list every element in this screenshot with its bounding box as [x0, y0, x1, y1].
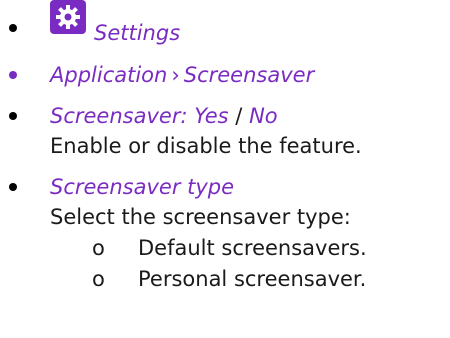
bullet [9, 71, 17, 79]
breadcrumb: Application › Screensaver [50, 60, 314, 90]
option-name: Screensaver type [50, 175, 235, 199]
bullet [9, 183, 17, 191]
sub-item-default: Default screensavers. [138, 236, 367, 260]
breadcrumb-application: Application [50, 63, 168, 87]
sub-bullet: o [92, 267, 105, 291]
gear-glyph [56, 5, 80, 29]
list-item-settings: Settings [0, 0, 450, 50]
gear-icon [50, 0, 86, 34]
option-name: Screensaver: [50, 104, 188, 128]
list-item-screensaver-toggle: Screensaver: Yes / No Enable or disable … [0, 101, 450, 161]
list-item-breadcrumb: Application › Screensaver [0, 60, 450, 90]
option-description: Select the screensaver type: [50, 205, 351, 229]
bullet [9, 24, 17, 32]
chevron-right-icon: › [171, 63, 180, 87]
list-item-screensaver-type: Screensaver type Select the screensaver … [0, 172, 450, 338]
breadcrumb-screensaver: Screensaver [183, 63, 315, 87]
option-description: Enable or disable the feature. [50, 134, 362, 158]
option-yes: Yes [194, 104, 229, 128]
sub-item-personal: Personal screensaver. [138, 267, 367, 291]
bullet [9, 112, 17, 120]
settings-label: Settings [94, 21, 181, 45]
screensaver-option-line: Screensaver: Yes / No [50, 101, 278, 131]
sub-bullet: o [92, 236, 105, 260]
option-no: No [249, 104, 278, 128]
option-slash: / [235, 104, 243, 128]
